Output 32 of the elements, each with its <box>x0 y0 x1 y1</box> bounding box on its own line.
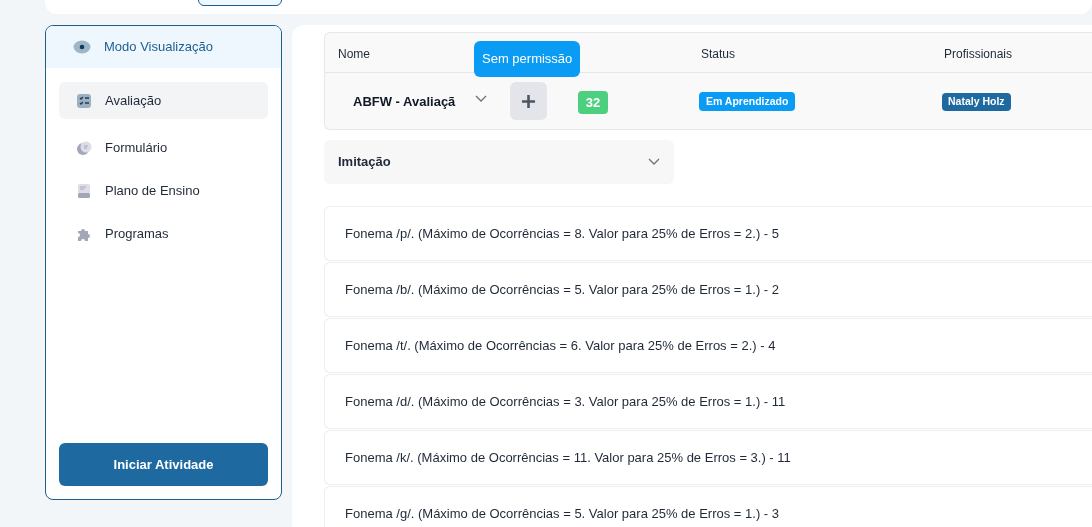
item-row[interactable]: Fonema /t/. (Máximo de Ocorrências = 6. Valor para 25% de Erros = 2.) - 4 <box>324 318 1092 373</box>
column-header: Profissionais <box>944 46 1013 63</box>
mode-title: Modo Visualização <box>104 38 213 57</box>
name-cell-text: ABFW - Avaliaçã <box>353 92 456 111</box>
item-text: Fonema /b/. (Máximo de Ocorrências = 5. Valor para 25% de Erros = 1.) - 2 <box>345 280 779 299</box>
professional-tag: Nataly Holz <box>942 93 1011 111</box>
item-text: Fonema /t/. (Máximo de Ocorrências = 6. Valor para 25% de Erros = 2.) - 4 <box>345 336 776 355</box>
item-row[interactable]: Fonema /p/. (Máximo de Ocorrências = 8. Valor para 25% de Erros = 2.) - 5 <box>324 206 1092 261</box>
start-activity-button[interactable]: Iniciar Atividade <box>59 443 268 486</box>
item-row[interactable]: Fonema /d/. (Máximo de Ocorrências = 3. Valor para 25% de Erros = 1.) - 11 <box>324 374 1092 429</box>
item-text: Fonema /d/. (Máximo de Ocorrências = 3. Valor para 25% de Erros = 1.) - 11 <box>345 392 786 411</box>
add-button[interactable] <box>510 82 547 120</box>
eye-icon <box>73 40 91 54</box>
item-row[interactable]: Fonema /k/. (Máximo de Ocorrências = 11. Valor para 25% de Erros = 3.) - 11 <box>324 430 1092 485</box>
section-dropdown[interactable]: Imitação <box>324 140 674 184</box>
column-header: Status <box>701 46 736 63</box>
section-title: Imitação <box>338 153 391 172</box>
tooltip: Sem permissão <box>474 41 581 77</box>
item-row[interactable]: Fonema /g/. (Máximo de Ocorrências = 5. Valor para 25% de Erros = 1.) - 3 <box>324 486 1092 527</box>
chevron-icon <box>475 95 487 103</box>
status-badge: Em Aprendizado <box>699 92 796 111</box>
sidebar-item[interactable]: Avaliação <box>59 82 268 119</box>
count-badge: 32 <box>578 91 608 114</box>
item-text: Fonema /k/. (Máximo de Ocorrências = 11. Valor para 25% de Erros = 3.) - 11 <box>345 448 791 467</box>
plus-icon <box>521 93 536 109</box>
item-row[interactable]: Fonema /b/. (Máximo de Ocorrências = 5. Valor para 25% de Erros = 1.) - 2 <box>324 262 1092 317</box>
item-text: Fonema /g/. (Máximo de Ocorrências = 5. Valor para 25% de Erros = 1.) - 3 <box>345 504 779 523</box>
checklist-icon <box>76 92 92 109</box>
form-icon <box>76 139 92 156</box>
book-icon <box>76 182 92 199</box>
item-text: Fonema /p/. (Máximo de Ocorrências = 8. Valor para 25% de Erros = 2.) - 5 <box>345 224 779 243</box>
column-header: Nome <box>338 46 370 63</box>
